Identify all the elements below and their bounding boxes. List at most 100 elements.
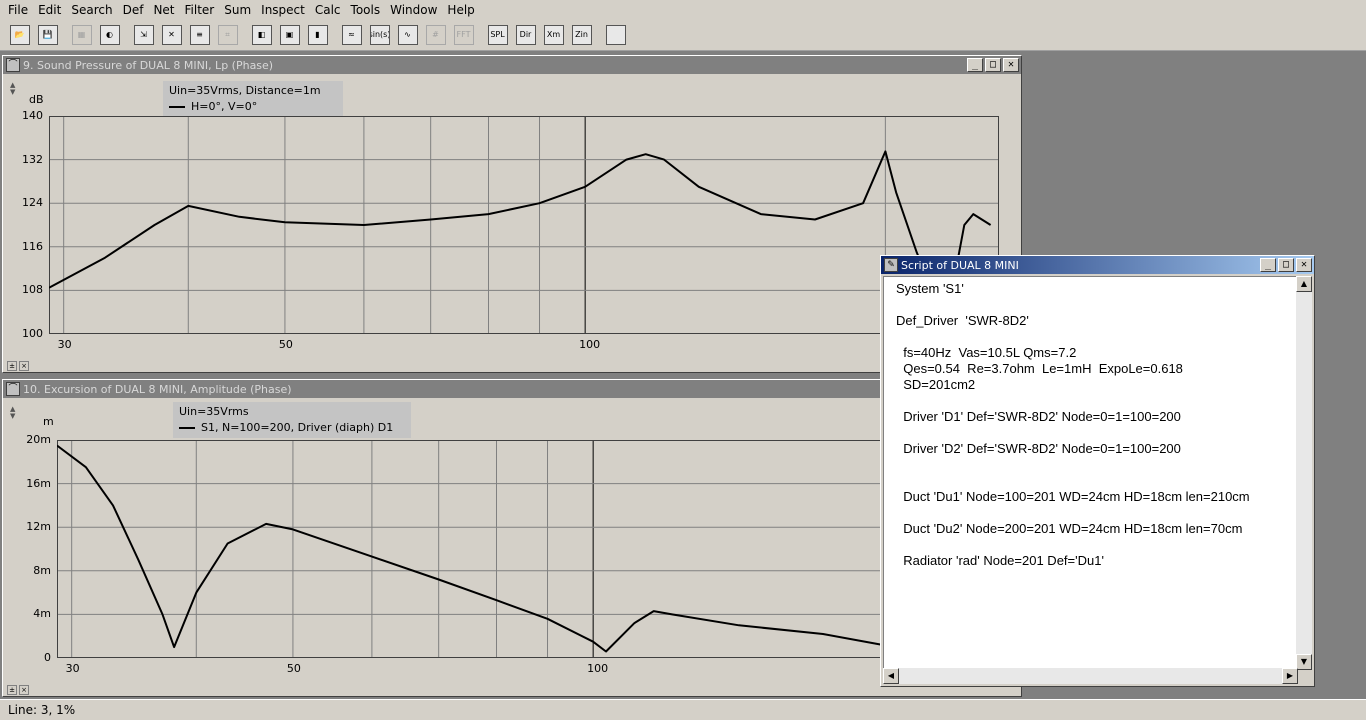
scroll-spinner-icon[interactable]: ▲ ▼ [10, 82, 20, 96]
grid-icon: # [425, 25, 446, 45]
fft-button[interactable]: FFT [450, 22, 477, 49]
print-button[interactable]: ▦ [68, 22, 95, 49]
menu-calc[interactable]: Calc [310, 0, 346, 20]
script-line: Radiator 'rad' Node=201 Def='Du1' [896, 553, 1104, 568]
maximize-button[interactable]: □ [985, 58, 1001, 72]
generator-icon: ≈ [341, 25, 362, 45]
zoom-in-icon[interactable]: ± [7, 685, 17, 695]
toolbar: 📂 💾 ▦ ◐ ⇲ ✕ ≡ ⌗ ◧ ▣ ▮ ≈ sin(s) ∿ # FFT SPL Dir Xm Zin [0, 20, 1366, 51]
y-tick-label: 16m [26, 476, 51, 490]
waveform-icon: ∿ [397, 25, 418, 45]
x-tick-label: 50 [278, 338, 293, 351]
menu-tools[interactable]: Tools [346, 0, 386, 20]
minimize-button[interactable]: _ [967, 58, 983, 72]
menu-search[interactable]: Search [66, 0, 117, 20]
vertical-scrollbar[interactable]: ▲ ▼ [1296, 276, 1312, 670]
box-button[interactable]: ▣ [276, 22, 303, 49]
amp-button[interactable]: ▮ [304, 22, 331, 49]
scroll-left-button[interactable]: ◀ [883, 668, 899, 684]
y-tick-label: 108 [22, 283, 43, 297]
script-line: Driver 'D2' Def='SWR-8D2' Node=0=1=100=2… [896, 441, 1181, 456]
network-icon: ✕ [161, 25, 182, 45]
filter-button[interactable]: ≡ [186, 22, 213, 49]
menu-net[interactable]: Net [148, 0, 179, 20]
scroll-down-button[interactable]: ▼ [1296, 654, 1312, 670]
scroll-up-button[interactable]: ▲ [1296, 276, 1312, 292]
menu-edit[interactable]: Edit [33, 0, 66, 20]
y-tick-label: 100 [22, 327, 43, 340]
spl-window[interactable]: ⌒ 9. Sound Pressure of DUAL 8 MINI, Lp (… [2, 55, 1022, 373]
grid-button[interactable]: # [422, 22, 449, 49]
menu-file[interactable]: File [3, 0, 33, 20]
amp-icon: ▮ [307, 25, 328, 45]
scroll-right-button[interactable]: ▶ [1282, 668, 1298, 684]
script-line: SD=201cm2 [896, 377, 976, 392]
menu-filter[interactable]: Filter [180, 0, 220, 20]
menu-window[interactable]: Window [385, 0, 442, 20]
excursion-window[interactable]: ⌒ 10. Excursion of DUAL 8 MINI, Amplitud… [2, 379, 1022, 697]
horizontal-scrollbar[interactable]: ◀ ▶ [883, 668, 1298, 684]
save-button[interactable]: 💾 [34, 22, 61, 49]
legend-series-name: S1, N=100=200, Driver (diaph) D1 [201, 421, 394, 434]
graph-button[interactable]: ⌗ [214, 22, 241, 49]
y-tick-label: 116 [22, 239, 43, 253]
compare-button[interactable] [602, 22, 629, 49]
legend-series-name: H=0°, V=0° [191, 100, 258, 113]
script-editor[interactable]: System 'S1' Def_Driver 'SWR-8D2' fs=40Hz… [883, 276, 1298, 670]
maximize-button[interactable]: □ [1278, 258, 1294, 272]
excursion-chart[interactable] [57, 440, 1007, 658]
generator-button[interactable]: ≈ [338, 22, 365, 49]
close-button[interactable]: ✕ [1003, 58, 1019, 72]
series-line [57, 444, 973, 653]
status-bar: Line: 3, 1% [0, 699, 1366, 720]
driver-icon: ◐ [99, 25, 120, 45]
scroll-spinner-icon[interactable]: ▲ ▼ [10, 406, 20, 420]
script-line [896, 473, 1250, 489]
open-button[interactable]: 📂 [6, 22, 33, 49]
legend-line-icon [179, 427, 195, 429]
script-window[interactable]: ✎ Script of DUAL 8 MINI _ □ ✕ System 'S1… [880, 255, 1315, 687]
import-button[interactable]: ⇲ [130, 22, 157, 49]
menu-sum[interactable]: Sum [219, 0, 256, 20]
script-line [896, 297, 1250, 313]
speaker-button[interactable]: ◧ [248, 22, 275, 49]
impedance-button[interactable]: Zin [568, 22, 595, 49]
spl-window-titlebar[interactable]: ⌒ 9. Sound Pressure of DUAL 8 MINI, Lp (… [3, 56, 1021, 74]
y-tick-label: 20m [26, 433, 51, 446]
directivity-button[interactable]: Dir [512, 22, 539, 49]
sine-icon: sin(s) [369, 25, 390, 45]
zoom-out-icon[interactable]: × [19, 685, 29, 695]
script-line: Duct 'Du1' Node=100=201 WD=24cm HD=18cm … [896, 489, 1250, 504]
legend-title: Uin=35Vrms, Distance=1m [169, 84, 321, 97]
spl-button[interactable]: SPL [484, 22, 511, 49]
network-button[interactable]: ✕ [158, 22, 185, 49]
legend-title: Uin=35Vrms [179, 405, 249, 418]
fft-icon: FFT [453, 25, 474, 45]
menu-bar: File Edit Search Def Net Filter Sum Inspect Calc… [0, 0, 1366, 20]
excursion-button[interactable]: Xm [540, 22, 567, 49]
sine-button[interactable]: sin(s) [366, 22, 393, 49]
driver-button[interactable]: ◐ [96, 22, 123, 49]
chart-legend[interactable]: Uin=35Vrms S1, N=100=200, Driver (diaph)… [173, 402, 411, 438]
spl-icon: SPL [487, 25, 508, 45]
script-text[interactable]: System 'S1' Def_Driver 'SWR-8D2' fs=40Hz… [896, 281, 1250, 569]
close-button[interactable]: ✕ [1296, 258, 1312, 272]
save-icon: 💾 [37, 25, 58, 45]
menu-inspect[interactable]: Inspect [256, 0, 310, 20]
x-tick-label: 100 [587, 662, 609, 675]
y-tick-label: 12m [26, 520, 51, 534]
menu-def[interactable]: Def [118, 0, 149, 20]
script-window-titlebar[interactable]: ✎ Script of DUAL 8 MINI [881, 256, 1314, 274]
zoom-out-icon[interactable]: × [19, 361, 29, 371]
minimize-button[interactable]: _ [1260, 258, 1276, 272]
waveform-button[interactable]: ∿ [394, 22, 421, 49]
print-icon: ▦ [71, 25, 92, 45]
spl-chart[interactable] [49, 116, 999, 334]
y-tick-label: 4m [33, 607, 51, 621]
menu-help[interactable]: Help [442, 0, 479, 20]
mdi-workspace: ⌒ 9. Sound Pressure of DUAL 8 MINI, Lp (… [0, 51, 1366, 699]
chart-legend[interactable]: Uin=35Vrms, Distance=1m H=0°, V=0° [163, 81, 343, 117]
zoom-in-icon[interactable]: ± [7, 361, 17, 371]
chart-window-icon: ⌒ [6, 58, 20, 72]
excursion-window-titlebar[interactable]: ⌒ 10. Excursion of DUAL 8 MINI, Amplitud… [3, 380, 1021, 398]
